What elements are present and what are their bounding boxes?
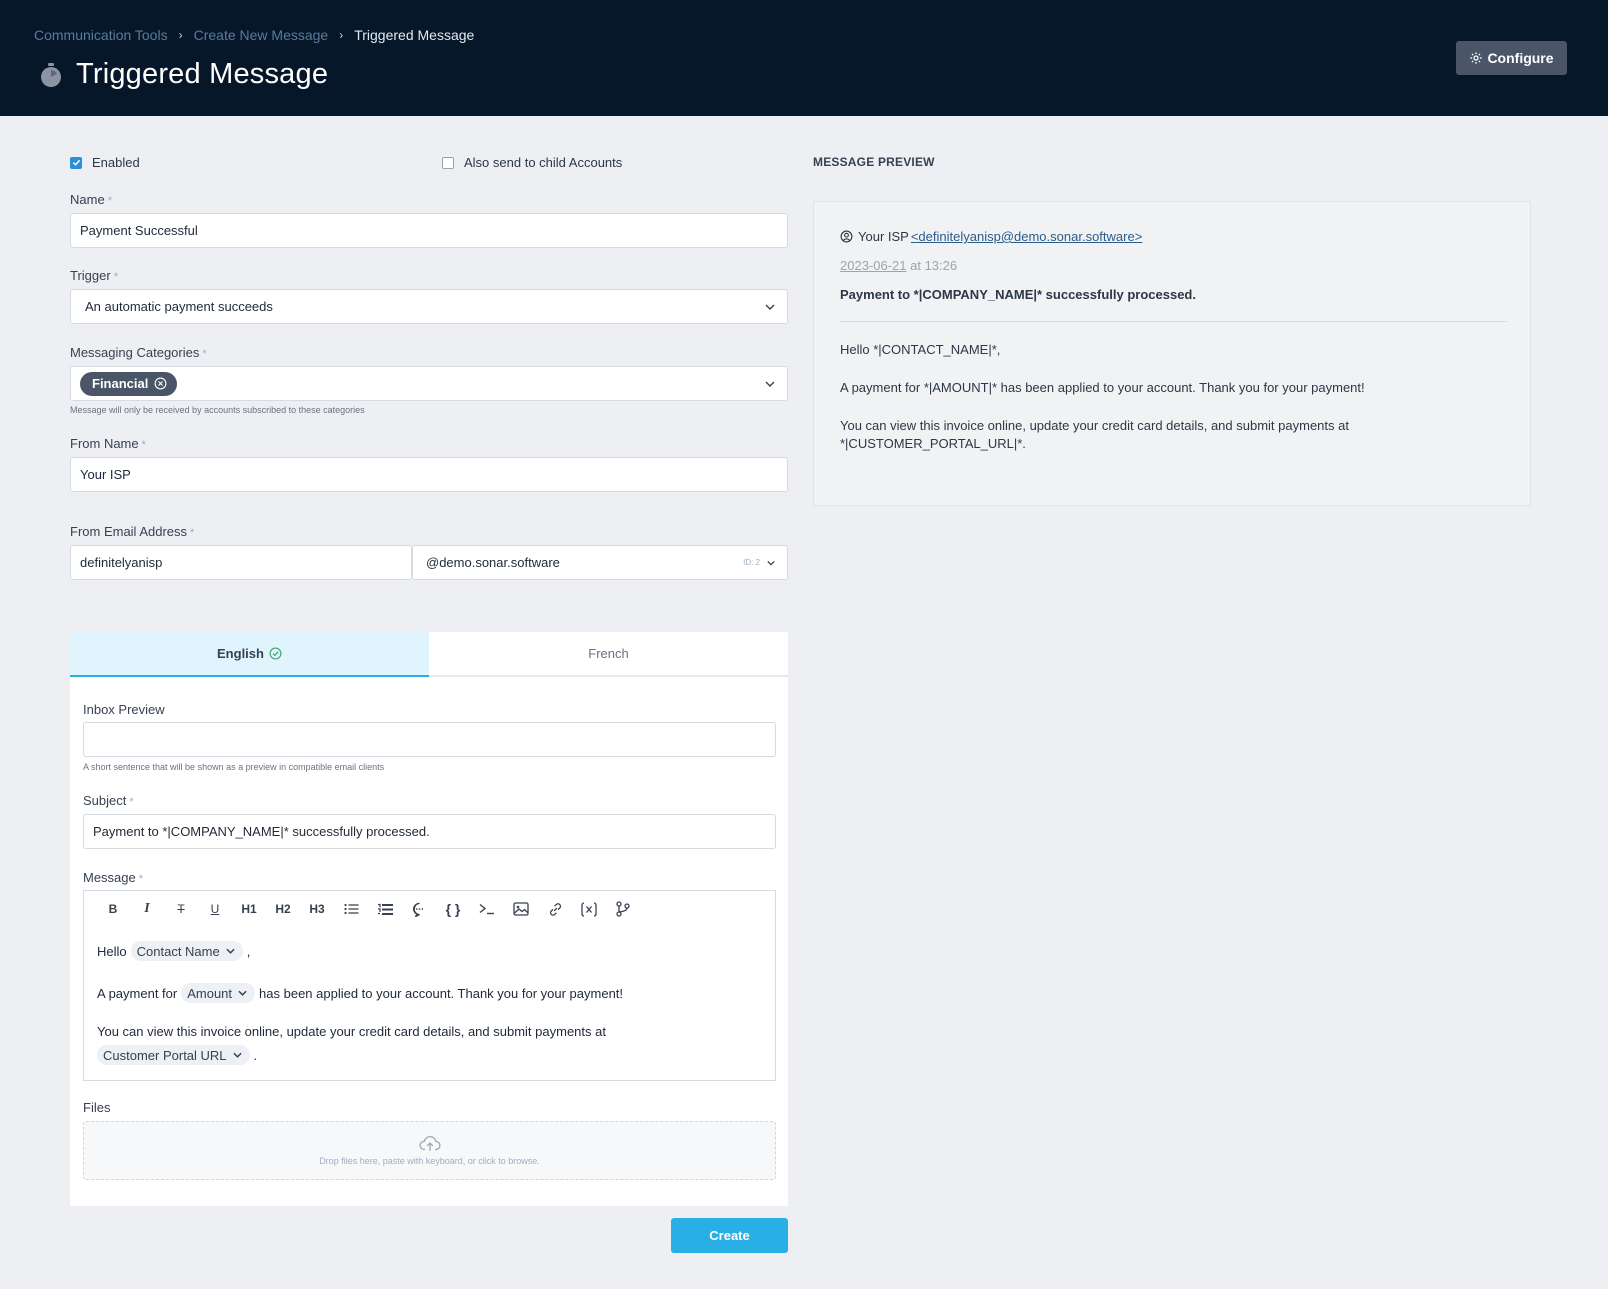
chevron-down-icon [765,304,775,310]
remove-tag-icon[interactable] [154,377,167,390]
enabled-label: Enabled [92,155,140,170]
bullet-list-icon[interactable] [334,895,368,923]
h1-button[interactable]: H1 [232,895,266,923]
chevron-down-icon [767,560,775,565]
chevron-right-icon: › [178,28,183,42]
comment-icon[interactable] [402,895,436,923]
bold-icon[interactable]: B [96,895,130,923]
child-accounts-checkbox-row[interactable]: Also send to child Accounts [442,155,622,170]
variable-chip-customer-portal-url[interactable]: Customer Portal URL [97,1045,250,1065]
chevron-down-icon [232,1052,242,1058]
chevron-down-icon [238,990,247,996]
configure-label: Configure [1487,50,1554,66]
enabled-checkbox-row[interactable]: Enabled [70,155,140,170]
editor-line-1: Hello Contact Name , [97,941,250,961]
preview-body-line-4: *|CUSTOMER_PORTAL_URL|*. [840,436,1026,451]
message-preview: Your ISP <definitelyanisp@demo.sonar.sof… [813,201,1531,506]
underline-icon[interactable]: U [198,895,232,923]
preview-from: Your ISP <definitelyanisp@demo.sonar.sof… [840,229,1142,244]
subject-input[interactable]: Payment to *|COMPANY_NAME|* successfully… [83,814,776,849]
variable-chip-amount[interactable]: Amount [181,983,256,1003]
from-name-input[interactable]: Your ISP [70,457,788,492]
configure-button[interactable]: Configure [1456,41,1567,75]
preview-body-line-3: You can view this invoice online, update… [840,418,1349,433]
preview-from-email[interactable]: <definitelyanisp@demo.sonar.software> [911,229,1142,244]
from-email-domain-select[interactable]: @demo.sonar.software ID: 2 [412,545,788,580]
user-circle-icon [840,230,853,243]
inbox-preview-input[interactable] [83,722,776,757]
h2-button[interactable]: H2 [266,895,300,923]
page-title: Triggered Message [76,58,329,90]
preview-body-line-2: A payment for *|AMOUNT|* has been applie… [840,380,1365,395]
domain-id: ID: 2 [743,558,760,567]
breadcrumb: Communication Tools › Create New Message… [34,27,474,43]
preview-subject: Payment to *|COMPANY_NAME|* successfully… [840,287,1196,302]
categories-label: Messaging Categories * [70,345,207,360]
child-accounts-label: Also send to child Accounts [464,155,623,170]
gear-icon [1470,52,1483,64]
editor-line-3: You can view this invoice online, update… [97,1024,606,1039]
strikethrough-icon[interactable]: T [164,895,198,923]
preview-divider [840,321,1507,322]
trigger-label: Trigger * [70,268,118,283]
ordered-list-icon[interactable] [368,895,402,923]
breadcrumb-create-new-message[interactable]: Create New Message [194,27,329,43]
terminal-icon[interactable] [470,895,504,923]
braces-icon[interactable]: { } [436,895,470,923]
editor-toolbar: B I T U H1 H2 H3 { } [83,890,776,928]
link-icon[interactable] [538,895,572,923]
preview-body-line-1: Hello *|CONTACT_NAME|*, [840,342,1001,357]
categories-select[interactable]: Financial [70,366,788,401]
inbox-preview-label: Inbox Preview [83,702,165,717]
variable-icon[interactable] [572,895,606,923]
editor-line-4: Customer Portal URL . [93,1045,257,1065]
breadcrumb-communication-tools[interactable]: Communication Tools [34,27,168,43]
name-input[interactable]: Payment Successful [70,213,788,248]
from-email-label: From Email Address * [70,524,195,539]
enabled-checkbox[interactable] [70,156,82,169]
files-label: Files [83,1100,111,1115]
page-header: Communication Tools › Create New Message… [0,0,1608,116]
breadcrumb-current: Triggered Message [354,27,475,43]
category-tag: Financial [80,371,178,396]
subject-label: Subject * [83,793,134,808]
editor-line-2: A payment for Amount has been applied to… [97,983,623,1003]
stopwatch-icon [41,62,61,87]
cloud-upload-icon [418,1136,441,1151]
chevron-right-icon: › [339,28,344,42]
check-circle-icon [269,647,282,660]
image-icon[interactable] [504,895,538,923]
child-accounts-checkbox[interactable] [442,156,454,169]
dropzone-text: Drop files here, paste with keyboard, or… [319,1156,540,1166]
from-email-local-input[interactable]: definitelyanisp [70,545,412,580]
branch-icon[interactable] [606,895,640,923]
checkmark-icon [72,159,80,166]
inbox-preview-help: A short sentence that will be shown as a… [83,762,385,772]
message-editor[interactable]: Hello Contact Name , A payment for Amoun… [83,927,776,1081]
categories-help: Message will only be received by account… [70,405,365,415]
chevron-down-icon [765,381,775,387]
italic-icon[interactable]: I [130,895,164,923]
create-button[interactable]: Create [671,1218,788,1253]
trigger-select[interactable]: An automatic payment succeeds [70,289,788,324]
from-name-label: From Name * [70,436,146,451]
chevron-down-icon [226,948,235,954]
name-label: Name * [70,192,112,207]
file-dropzone[interactable]: Drop files here, paste with keyboard, or… [83,1121,776,1180]
message-label: Message * [83,870,144,885]
language-tabs: English French [70,632,788,677]
tab-french[interactable]: French [429,632,788,675]
variable-chip-contact-name[interactable]: Contact Name [130,941,243,961]
preview-date: 2023-06-21 at 13:26 [840,258,958,273]
h3-button[interactable]: H3 [300,895,334,923]
message-preview-heading: MESSAGE PREVIEW [813,155,935,169]
tab-english[interactable]: English [70,632,429,677]
